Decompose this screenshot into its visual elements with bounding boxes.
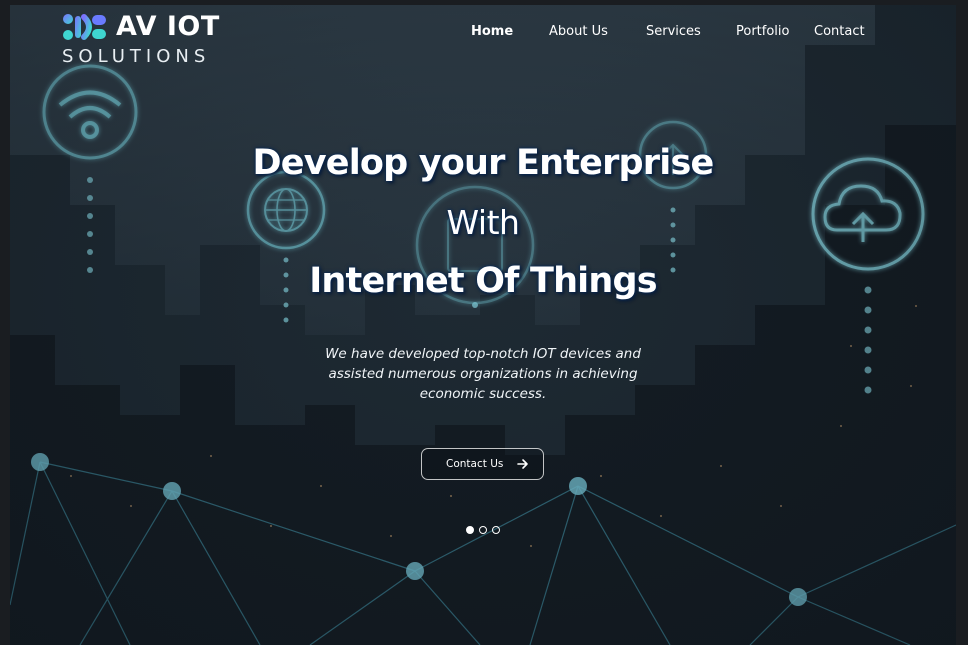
- nav-home[interactable]: Home: [471, 24, 513, 39]
- main-nav: Home About Us Services Portfolio Contact: [10, 24, 956, 44]
- hero-subtitle: We have developed top-notch IOT devices …: [325, 346, 641, 402]
- hero-title-line3: Internet Of Things: [309, 261, 657, 301]
- nav-services[interactable]: Services: [646, 24, 701, 39]
- hero-frame: AV IOT SOLUTIONS Home About Us Services …: [10, 5, 956, 645]
- dark-overlay: [10, 5, 956, 645]
- carousel-dot-2[interactable]: [479, 526, 487, 534]
- nav-portfolio[interactable]: Portfolio: [736, 24, 789, 39]
- carousel-indicators: [466, 526, 506, 536]
- hero-title-line2: With: [446, 203, 520, 242]
- nav-about-us[interactable]: About Us: [549, 24, 608, 39]
- carousel-dot-3[interactable]: [492, 526, 500, 534]
- carousel-dot-1[interactable]: [466, 526, 474, 534]
- contact-us-label: Contact Us: [446, 458, 504, 470]
- hero-title-line1: Develop your Enterprise: [252, 143, 715, 183]
- arrow-right-icon: [517, 459, 528, 469]
- nav-contact[interactable]: Contact: [814, 24, 865, 39]
- logo-subtitle: SOLUTIONS: [62, 46, 211, 67]
- contact-us-button[interactable]: Contact Us: [421, 448, 544, 480]
